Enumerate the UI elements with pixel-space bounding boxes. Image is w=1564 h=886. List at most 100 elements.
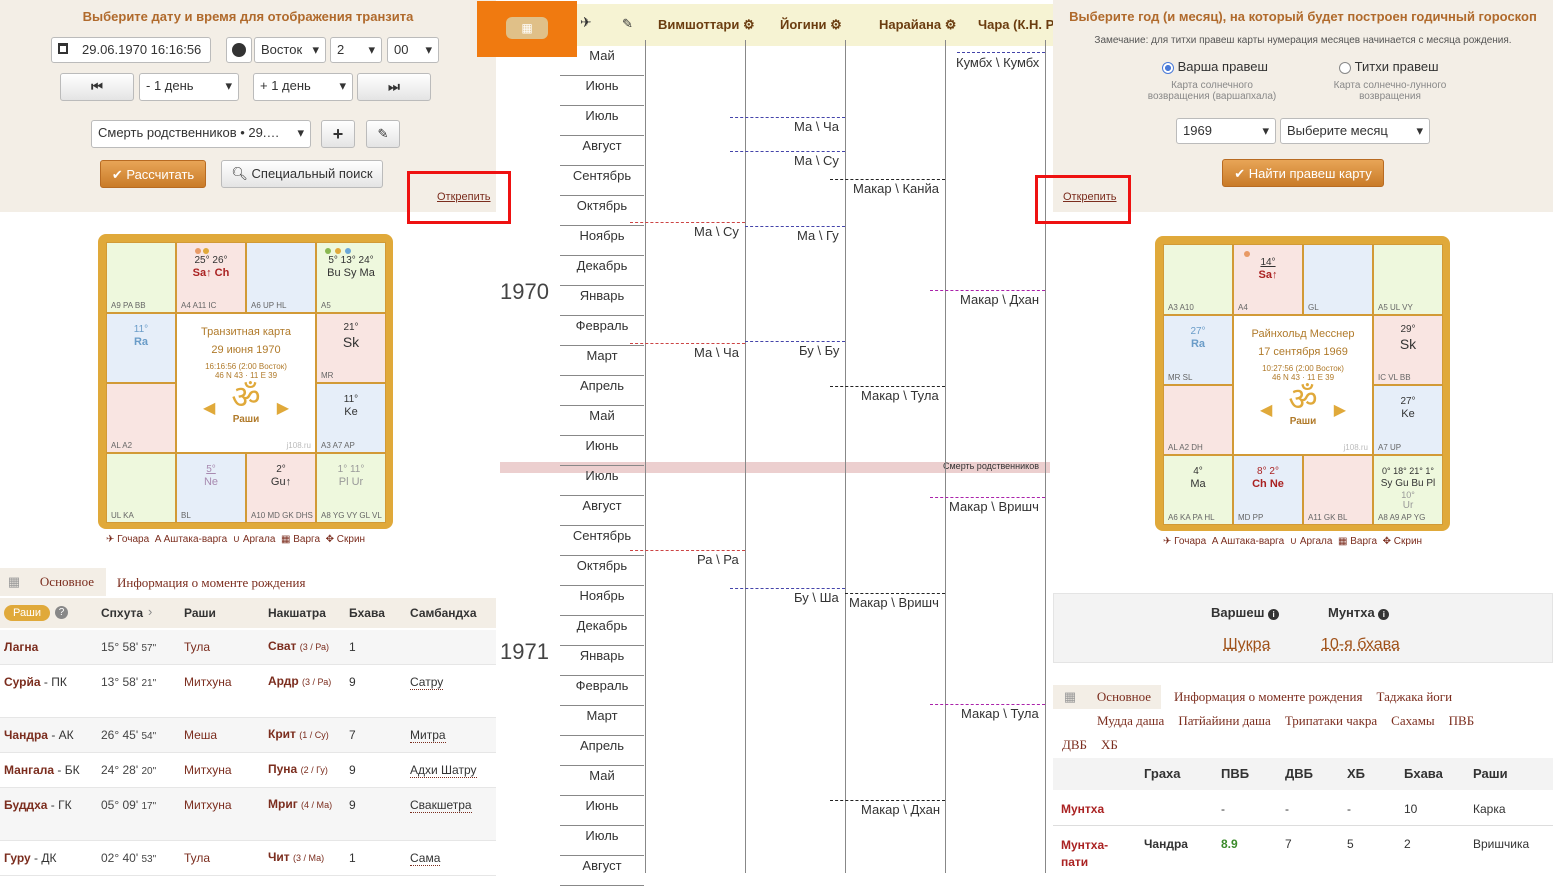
add-button[interactable]: + bbox=[321, 120, 355, 148]
house-cell[interactable]: 11° Ra bbox=[106, 313, 176, 383]
event-select[interactable]: Смерть родственников • 29.… bbox=[91, 120, 311, 148]
tab-basic[interactable]: Основное bbox=[1087, 685, 1161, 709]
house-cell[interactable]: 14° Sa↑ A4 bbox=[1233, 244, 1303, 315]
calendar-icon[interactable] bbox=[58, 43, 68, 54]
next-far-button[interactable]: ⏭ bbox=[357, 73, 431, 101]
argala-link[interactable]: ∪ Аргала bbox=[233, 534, 276, 545]
calculate-button[interactable]: ✔ Рассчитать bbox=[100, 160, 206, 188]
tab-mudda[interactable]: Мудда даша bbox=[1097, 713, 1164, 728]
house-cell[interactable]: AL A2 DH bbox=[1163, 385, 1233, 455]
dasha-label[interactable]: Ма \ Ча bbox=[794, 119, 839, 134]
next-arrow-icon[interactable]: ▶ bbox=[277, 398, 289, 418]
unpin-link-right[interactable]: Открепить bbox=[1063, 191, 1117, 203]
tab-hb[interactable]: ХБ bbox=[1101, 737, 1118, 752]
house-cell[interactable]: 25° 26° Sa↑ Ch A4 A11 IC bbox=[176, 242, 246, 313]
grid-icon[interactable]: ▦ bbox=[0, 568, 28, 596]
datetime-input[interactable]: 29.06.1970 16:16:56 bbox=[51, 37, 211, 63]
house-cell[interactable]: 29° Sk IC VL BB bbox=[1373, 315, 1443, 385]
house-cell[interactable]: UL KA bbox=[106, 453, 176, 523]
dasha-label[interactable]: Макар \ Вришч bbox=[949, 499, 1039, 514]
direction-select[interactable]: Восток bbox=[254, 37, 326, 63]
ashtaka-link[interactable]: A Аштака-варга bbox=[1212, 536, 1284, 547]
varga-link[interactable]: ▦ Варга bbox=[1338, 536, 1377, 547]
house-cell[interactable]: 8° 2° Ch Ne MD PP bbox=[1233, 455, 1303, 525]
radio-tithi[interactable]: Титхи правеш bbox=[1339, 59, 1439, 74]
info-icon[interactable]: i bbox=[1268, 609, 1280, 620]
tab-basic[interactable]: Основное bbox=[28, 568, 106, 596]
dasha-label[interactable]: Макар \ Вришч bbox=[849, 595, 939, 610]
house-cell[interactable]: 4° Ma A6 KA PA HL bbox=[1163, 455, 1233, 525]
help-icon[interactable]: ? bbox=[55, 606, 68, 619]
dasha-label[interactable]: Бу \ Ша bbox=[794, 590, 839, 605]
dasha-label[interactable]: Макар \ Дхан bbox=[960, 292, 1039, 307]
dasha-label[interactable]: Ма \ Гу bbox=[797, 228, 839, 243]
house-cell[interactable]: 2° Gu↑ A10 MD GK DHS bbox=[246, 453, 316, 523]
house-cell[interactable]: 27° Ke A7 UP bbox=[1373, 385, 1443, 455]
year-select[interactable]: 1969 bbox=[1176, 118, 1276, 144]
dasha-label[interactable]: Ма \ Су bbox=[794, 153, 839, 168]
prev-arrow-icon[interactable]: ◀ bbox=[203, 398, 215, 418]
gochara-link[interactable]: ✈ Гочара bbox=[1163, 536, 1206, 547]
rashi-label[interactable]: Раши bbox=[1234, 416, 1372, 427]
chevron-right-icon[interactable]: › bbox=[148, 604, 152, 619]
prev-arrow-icon[interactable]: ◀ bbox=[1260, 400, 1272, 420]
dasha-label[interactable]: Макар \ Канйа bbox=[853, 181, 939, 196]
muntha-value[interactable]: 10-я бхава bbox=[1321, 636, 1400, 654]
house-cell[interactable]: 11° Ke A3 A7 AP bbox=[316, 383, 386, 453]
ashtaka-link[interactable]: A Аштака-варга bbox=[155, 534, 227, 545]
find-praavesh-button[interactable]: ✔ Найти правеш карту bbox=[1222, 159, 1384, 187]
radio-varsha[interactable]: Варша правеш bbox=[1162, 59, 1268, 74]
house-cell[interactable]: 27° Ra MR SL bbox=[1163, 315, 1233, 385]
edit-icon[interactable]: ✎ bbox=[622, 16, 633, 32]
dasha-label[interactable]: Ра \ Ра bbox=[697, 552, 739, 567]
tab-patyayini[interactable]: Патйайини даша bbox=[1178, 713, 1270, 728]
special-search-button[interactable]: 🔍︎ Специальный поиск bbox=[221, 160, 383, 188]
house-cell[interactable]: 1° 11° Pl Ur A8 YG VY GL VL bbox=[316, 453, 386, 523]
varga-link[interactable]: ▦ Варга bbox=[281, 534, 320, 545]
gochara-link[interactable]: ✈ Гочара bbox=[106, 534, 149, 545]
rashi-label[interactable]: Раши bbox=[177, 414, 315, 425]
tab-dvb[interactable]: ДВБ bbox=[1062, 737, 1087, 752]
col-yogini[interactable]: Йогини ⚙ bbox=[780, 17, 842, 33]
house-cell[interactable]: 5° Ne BL bbox=[176, 453, 246, 523]
screen-link[interactable]: ✥ Скрин bbox=[326, 534, 365, 545]
calendar-icon[interactable]: ▦ bbox=[506, 17, 548, 39]
house-cell[interactable]: 0° 18° 21° 1° Sy Gu Bu Pl 10° Ur A8 A9 A… bbox=[1373, 455, 1443, 525]
dasha-label[interactable]: Ма \ Ча bbox=[694, 345, 739, 360]
plane-icon[interactable]: ✈ bbox=[580, 14, 592, 31]
minus-day-select[interactable]: - 1 день bbox=[139, 73, 239, 101]
tab-birth-info[interactable]: Информация о моменте рождения bbox=[117, 575, 305, 591]
unpin-link-left[interactable]: Открепить bbox=[437, 191, 491, 203]
tab-birth-info[interactable]: Информация о моменте рождения bbox=[1174, 689, 1362, 704]
globe-icon[interactable] bbox=[226, 37, 252, 63]
rashi-badge[interactable]: Раши bbox=[4, 605, 50, 621]
house-cell[interactable]: A11 GK BL bbox=[1303, 455, 1373, 525]
house-cell[interactable]: AL A2 bbox=[106, 383, 176, 453]
house-cell[interactable]: GL bbox=[1303, 244, 1373, 315]
next-arrow-icon[interactable]: ▶ bbox=[1334, 400, 1346, 420]
prev-far-button[interactable]: ⏮ bbox=[60, 73, 134, 101]
month-select[interactable]: Выберите месяц bbox=[1280, 118, 1430, 144]
house-cell[interactable]: A6 UP HL bbox=[246, 242, 316, 313]
dasha-label[interactable]: Макар \ Тула bbox=[861, 388, 939, 403]
tab-tajaka[interactable]: Таджака йоги bbox=[1376, 689, 1452, 704]
house-cell[interactable]: A3 A10 bbox=[1163, 244, 1233, 315]
tab-sahams[interactable]: Сахамы bbox=[1391, 713, 1435, 728]
house-cell[interactable]: 21° Sk MR bbox=[316, 313, 386, 383]
col-vimshottari[interactable]: Вимшоттари ⚙ bbox=[658, 17, 755, 33]
house-cell[interactable]: 5° 13° 24° Bu Sy Ma A5 bbox=[316, 242, 386, 313]
dasha-label[interactable]: Бу \ Бу bbox=[799, 343, 839, 358]
info-icon[interactable]: i bbox=[1378, 609, 1390, 620]
screen-link[interactable]: ✥ Скрин bbox=[1383, 536, 1422, 547]
tz-minutes-select[interactable]: 00 bbox=[387, 37, 439, 63]
edit-icon[interactable]: ✎ bbox=[366, 120, 400, 148]
tab-tripataki[interactable]: Трипатаки чакра bbox=[1285, 713, 1377, 728]
house-cell[interactable]: A9 PA BB bbox=[106, 242, 176, 313]
dasha-label[interactable]: Макар \ Тула bbox=[961, 706, 1039, 721]
plus-day-select[interactable]: + 1 день bbox=[253, 73, 353, 101]
house-cell[interactable]: A5 UL VY bbox=[1373, 244, 1443, 315]
dasha-label[interactable]: Ма \ Су bbox=[694, 224, 739, 239]
varshesh-value[interactable]: Шукра bbox=[1223, 636, 1270, 654]
dasha-label[interactable]: Кумбх \ Кумбх bbox=[956, 55, 1039, 70]
dasha-label[interactable]: Макар \ Дхан bbox=[861, 802, 940, 817]
